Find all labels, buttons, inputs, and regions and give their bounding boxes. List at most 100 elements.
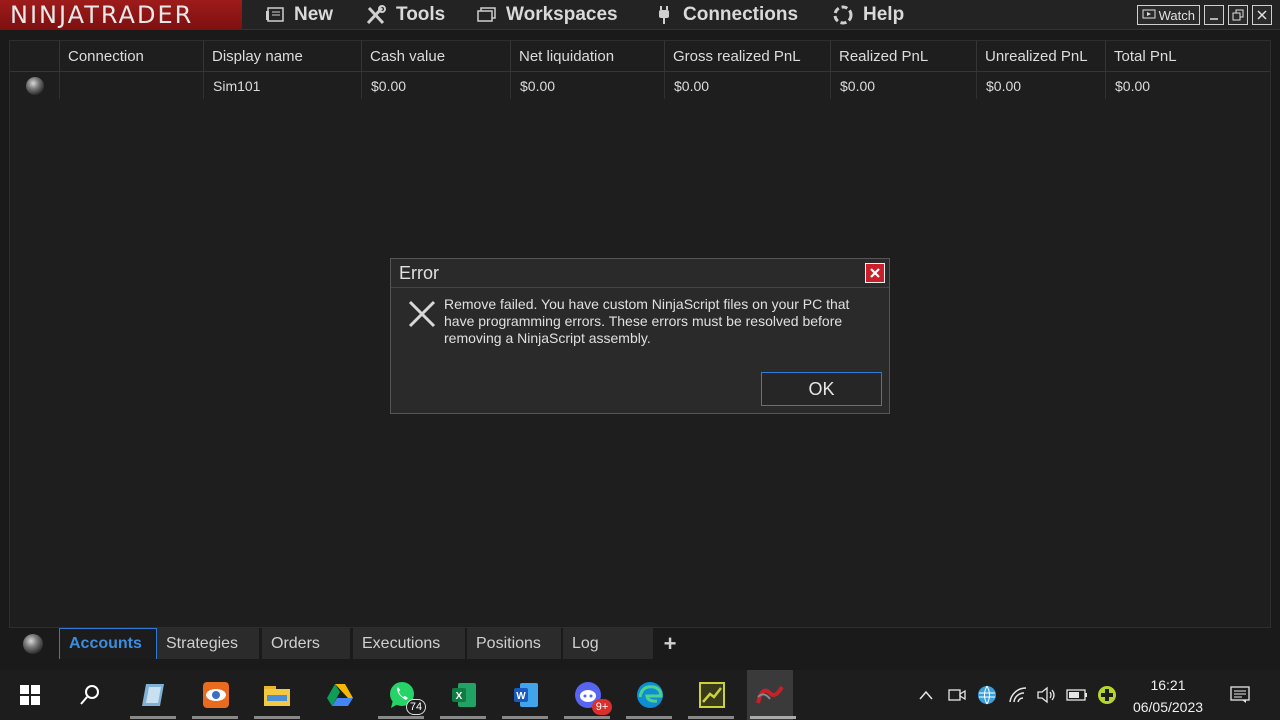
taskbar-app-edge[interactable] [632,677,668,713]
tab-orders[interactable]: Orders [262,628,350,659]
notes-app-icon [142,684,164,706]
column-header-connection[interactable]: Connection [60,41,204,72]
taskbar-app-google-drive[interactable] [322,677,358,713]
clock-time: 16:21 [1150,677,1186,693]
battery-icon [1066,689,1087,701]
restore-button[interactable] [1228,5,1248,25]
error-message: Remove failed. You have custom NinjaScri… [444,296,850,346]
start-button[interactable] [12,677,48,713]
unrealized-pnl-cell: $0.00 [977,72,1106,99]
battery-button[interactable] [1065,684,1089,706]
google-drive-icon [327,684,353,706]
minimize-icon [1210,18,1218,20]
tools-icon [366,5,386,25]
app-running-indicator [688,716,734,719]
add-tab-button[interactable]: + [655,628,685,659]
menu-connections[interactable]: Connections [654,0,798,30]
menu-workspaces[interactable]: Workspaces [477,0,618,30]
column-header-realized-pnl[interactable]: Realized PnL [831,41,977,72]
app-running-indicator [502,716,548,719]
cash-value-cell: $0.00 [362,72,511,99]
column-header-gross-realized-pnl[interactable]: Gross realized PnL [665,41,831,72]
workspaces-icon [477,7,496,22]
column-header-display-name[interactable]: Display name [204,41,362,72]
close-button[interactable] [1252,5,1272,25]
menu-bar: NINJATRADER New Tools Workspaces Connect… [0,0,1280,30]
connection-status-icon [23,634,43,654]
column-header-status[interactable] [10,41,60,72]
minimize-button[interactable] [1204,5,1224,25]
column-header-unrealized-pnl[interactable]: Unrealized PnL [977,41,1106,72]
globe-icon [978,685,996,705]
menu-tools[interactable]: Tools [365,0,445,30]
error-dialog: Error Remove failed. You have custom Nin… [390,258,890,414]
taskbar-app-file-explorer[interactable] [259,677,295,713]
wifi-button[interactable] [1007,684,1029,706]
taskbar-app-viewer[interactable] [198,677,234,713]
windows-logo-icon [20,685,40,705]
tab-strategies[interactable]: Strategies [157,628,259,659]
ninjatrader-window: NINJATRADER New Tools Workspaces Connect… [0,0,1280,670]
error-icon [407,299,437,334]
word-icon: W [514,683,538,707]
tab-log[interactable]: Log [563,628,653,659]
app-running-indicator [254,716,300,719]
windows-taskbar: 74 X W 9+ 16:21 06/05/2023 [0,670,1280,720]
column-header-net-liquidation[interactable]: Net liquidation [511,41,665,72]
chevron-up-icon [919,690,933,700]
watch-button[interactable]: Watch [1136,5,1200,25]
volume-button[interactable] [1035,684,1057,706]
realized-pnl-cell: $0.00 [831,72,977,99]
meet-now-button[interactable] [947,684,967,706]
grid-header: Connection Display name Cash value Net l… [10,41,1270,72]
svg-text:X: X [456,691,463,702]
dialog-divider [391,287,889,288]
clock-date: 06/05/2023 [1132,699,1204,715]
network-app-button[interactable] [976,684,998,706]
connection-cell [60,72,204,99]
taskbar-app-word[interactable]: W [508,677,544,713]
folder-icon [264,686,290,706]
app-running-indicator [440,716,486,719]
taskbar-app-trading[interactable] [694,677,730,713]
dialog-title: Error [399,263,439,283]
menu-connections-label: Connections [683,4,799,25]
table-row[interactable]: Sim101 $0.00 $0.00 $0.00 $0.00 $0.00 $0.… [10,72,1270,99]
speaker-icon [1037,686,1055,704]
window-controls: Watch [1136,5,1272,25]
menu-help-label: Help [863,4,905,25]
column-header-cash-value[interactable]: Cash value [362,41,511,72]
taskbar-app-discord[interactable]: 9+ [570,677,612,715]
notification-center-button[interactable] [1228,684,1252,706]
ok-button[interactable]: OK [761,372,882,406]
net-liquidation-cell: $0.00 [511,72,665,99]
plus-shield-icon [1098,686,1116,704]
search-icon [80,685,99,705]
watch-label: Watch [1158,7,1195,23]
discord-badge: 9+ [592,699,612,715]
menu-help[interactable]: Help [832,0,904,30]
show-hidden-icons-button[interactable] [916,684,936,706]
taskbar-clock[interactable]: 16:21 06/05/2023 [1128,674,1208,718]
menu-workspaces-label: Workspaces [506,4,618,25]
search-button[interactable] [72,677,108,713]
column-header-total-pnl[interactable]: Total PnL [1106,41,1270,72]
app-running-indicator [130,716,176,719]
trading-app-icon [699,682,725,708]
vpn-status-button[interactable] [1096,684,1118,706]
taskbar-app-excel[interactable]: X [446,677,482,713]
taskbar-app-notes[interactable] [135,677,171,713]
new-icon [266,7,284,22]
taskbar-app-whatsapp[interactable]: 74 [384,677,426,715]
restore-icon [1232,9,1244,21]
tab-positions[interactable]: Positions [467,628,561,659]
svg-text:W: W [516,691,526,702]
display-name-cell: Sim101 [204,72,362,99]
taskbar-app-ninjatrader[interactable] [747,670,793,720]
app-running-indicator [626,716,672,719]
tab-executions[interactable]: Executions [353,628,465,659]
plug-icon [659,6,669,24]
dialog-close-button[interactable] [865,263,885,283]
tab-accounts[interactable]: Accounts [59,628,157,659]
menu-new[interactable]: New [265,0,333,30]
